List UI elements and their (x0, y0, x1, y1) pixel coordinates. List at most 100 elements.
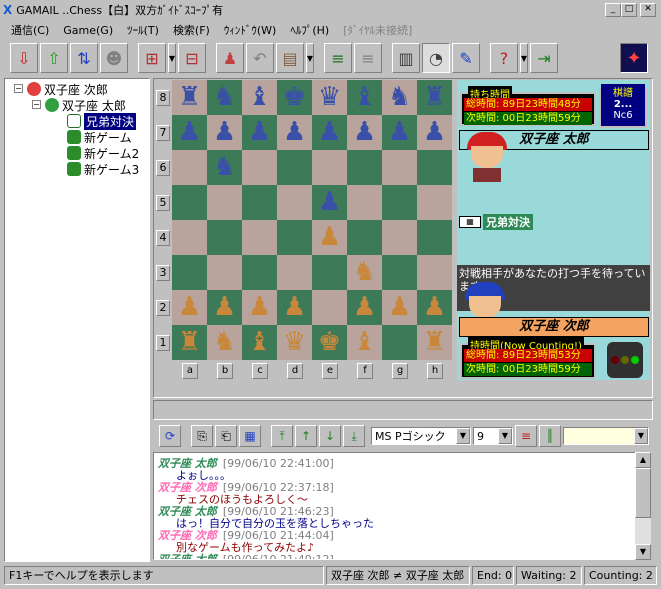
tree-game-item[interactable]: 兄弟対決 (67, 112, 137, 130)
board-square[interactable]: ♟ (417, 290, 452, 325)
board-square[interactable]: ♝ (347, 325, 382, 360)
black-piece-icon[interactable]: ♟ (318, 115, 341, 150)
color-select[interactable]: ▼ (563, 427, 649, 445)
white-piece-icon[interactable]: ♟ (213, 290, 236, 325)
board-square[interactable]: ♟ (172, 115, 207, 150)
board-square[interactable]: ♟ (382, 115, 417, 150)
board-square[interactable] (277, 220, 312, 255)
board-square[interactable]: ♟ (207, 115, 242, 150)
board-square[interactable] (242, 220, 277, 255)
chevron-down-icon[interactable]: ▼ (498, 428, 512, 444)
white-piece-icon[interactable]: ♜ (178, 325, 201, 360)
scroll-bottom-icon[interactable]: ⤓ (343, 425, 365, 447)
board-square[interactable] (207, 185, 242, 220)
menu-tools[interactable]: ﾂｰﾙ(T) (120, 22, 166, 38)
menu-search[interactable]: 検索(F) (166, 22, 217, 38)
board-square[interactable] (207, 255, 242, 290)
menu-window[interactable]: ｳｨﾝﾄﾞｳ(W) (217, 22, 283, 38)
board-square[interactable]: ♞ (347, 255, 382, 290)
scroll-top-icon[interactable]: ⤒ (271, 425, 293, 447)
chat-scrollbar[interactable]: ▲ ▼ (635, 452, 651, 560)
send-receive-icon[interactable]: ⇅ (70, 43, 98, 73)
board-square[interactable] (172, 150, 207, 185)
board-square[interactable] (417, 220, 452, 255)
chat-edit-icon[interactable]: ✎ (452, 43, 480, 73)
chevron-down-icon[interactable]: ▼ (634, 428, 648, 444)
board-square[interactable] (417, 150, 452, 185)
black-piece-icon[interactable]: ♞ (213, 150, 236, 185)
white-piece-icon[interactable]: ♜ (423, 325, 446, 360)
board-square[interactable] (242, 185, 277, 220)
white-piece-icon[interactable]: ♝ (353, 325, 376, 360)
board-square[interactable]: ♟ (242, 290, 277, 325)
app-icon[interactable]: X (3, 3, 12, 17)
scroll-down-arrow[interactable]: ▼ (635, 544, 651, 560)
black-piece-icon[interactable]: ♜ (178, 80, 201, 115)
scroll-down-icon[interactable]: ↓ (319, 425, 341, 447)
chevron-down-icon[interactable]: ▼ (456, 428, 470, 444)
black-piece-icon[interactable]: ♟ (423, 115, 446, 150)
board-square[interactable] (172, 220, 207, 255)
board-square[interactable]: ♞ (382, 80, 417, 115)
undo-move-icon[interactable]: ↶ (246, 43, 274, 73)
message-input-area[interactable] (153, 400, 653, 420)
record-box[interactable]: 棋譜 2... Nc6 (599, 84, 647, 128)
black-piece-icon[interactable]: ♟ (248, 115, 271, 150)
close-button[interactable]: ✕ (640, 3, 656, 17)
grid-icon[interactable]: ▦ (239, 425, 261, 447)
board-square[interactable] (347, 150, 382, 185)
board-square[interactable]: ♟ (312, 220, 347, 255)
board-square[interactable]: ♞ (207, 150, 242, 185)
board-square[interactable] (207, 220, 242, 255)
black-piece-icon[interactable]: ♟ (178, 115, 201, 150)
white-piece-icon[interactable]: ♟ (423, 290, 446, 325)
board-square[interactable] (382, 150, 417, 185)
minimize-button[interactable]: _ (605, 3, 621, 17)
exit-icon[interactable]: ⇥ (530, 43, 558, 73)
black-piece-icon[interactable]: ♞ (213, 80, 236, 115)
notebook-icon[interactable]: ▤ (276, 43, 304, 73)
black-piece-icon[interactable]: ♜ (423, 80, 446, 115)
board-square[interactable] (277, 150, 312, 185)
table-icon[interactable]: ⊟ (178, 43, 206, 73)
paste-icon[interactable]: ⎗ (215, 425, 237, 447)
board-square[interactable]: ♛ (312, 80, 347, 115)
tree-game-item[interactable]: 新ゲーム (67, 129, 132, 145)
menu-game[interactable]: Game(G) (56, 24, 120, 37)
board-square[interactable] (277, 255, 312, 290)
white-piece-icon[interactable]: ♟ (283, 290, 306, 325)
board-square[interactable]: ♛ (277, 325, 312, 360)
black-piece-icon[interactable]: ♚ (283, 80, 306, 115)
black-piece-icon[interactable]: ♝ (353, 80, 376, 115)
board-square[interactable] (382, 220, 417, 255)
white-piece-icon[interactable]: ♝ (248, 325, 271, 360)
new-table-icon[interactable]: ⊞ (138, 43, 166, 73)
board-square[interactable]: ♟ (277, 115, 312, 150)
board-square[interactable] (172, 185, 207, 220)
black-piece-icon[interactable]: ♟ (353, 115, 376, 150)
board-square[interactable] (312, 290, 347, 325)
black-piece-icon[interactable]: ♟ (213, 115, 236, 150)
white-piece-icon[interactable]: ♟ (248, 290, 271, 325)
board-square[interactable]: ♞ (207, 80, 242, 115)
refresh-icon[interactable]: ⟳ (159, 425, 181, 447)
line-spacing-icon[interactable]: ≡ (515, 425, 537, 447)
board-square[interactable] (347, 220, 382, 255)
tree-expander-root[interactable]: − (14, 84, 23, 93)
board-square[interactable] (417, 185, 452, 220)
board-square[interactable] (382, 255, 417, 290)
menu-help[interactable]: ﾍﾙﾌﾟ(H) (283, 22, 336, 38)
board-square[interactable] (312, 150, 347, 185)
maximize-button[interactable]: □ (621, 3, 637, 17)
white-piece-icon[interactable]: ♟ (178, 290, 201, 325)
white-piece-icon[interactable]: ♟ (318, 220, 341, 255)
board-square[interactable]: ♟ (242, 115, 277, 150)
black-piece-icon[interactable]: ♛ (318, 80, 341, 115)
chess-board[interactable]: ♜ ♞ ♝ ♚ ♛ ♝ ♞ ♜ ♟ ♟ ♟ ♟ ♟ ♟ ♟ ♟ ♞ ♟ ♟ ♞ ♟ ♟ ♟ ♟ ♟ ♟ ♟ ♜ ♞ ♝ ♛ ♚ ♝ ♜ (172, 80, 452, 360)
notebook-dropdown[interactable]: ▼ (306, 43, 314, 73)
board-square[interactable] (242, 150, 277, 185)
scroll-up-arrow[interactable]: ▲ (635, 452, 651, 468)
send-mail-icon[interactable]: ⇧ (40, 43, 68, 73)
board-square[interactable]: ♟ (417, 115, 452, 150)
black-piece-icon[interactable]: ♞ (388, 80, 411, 115)
